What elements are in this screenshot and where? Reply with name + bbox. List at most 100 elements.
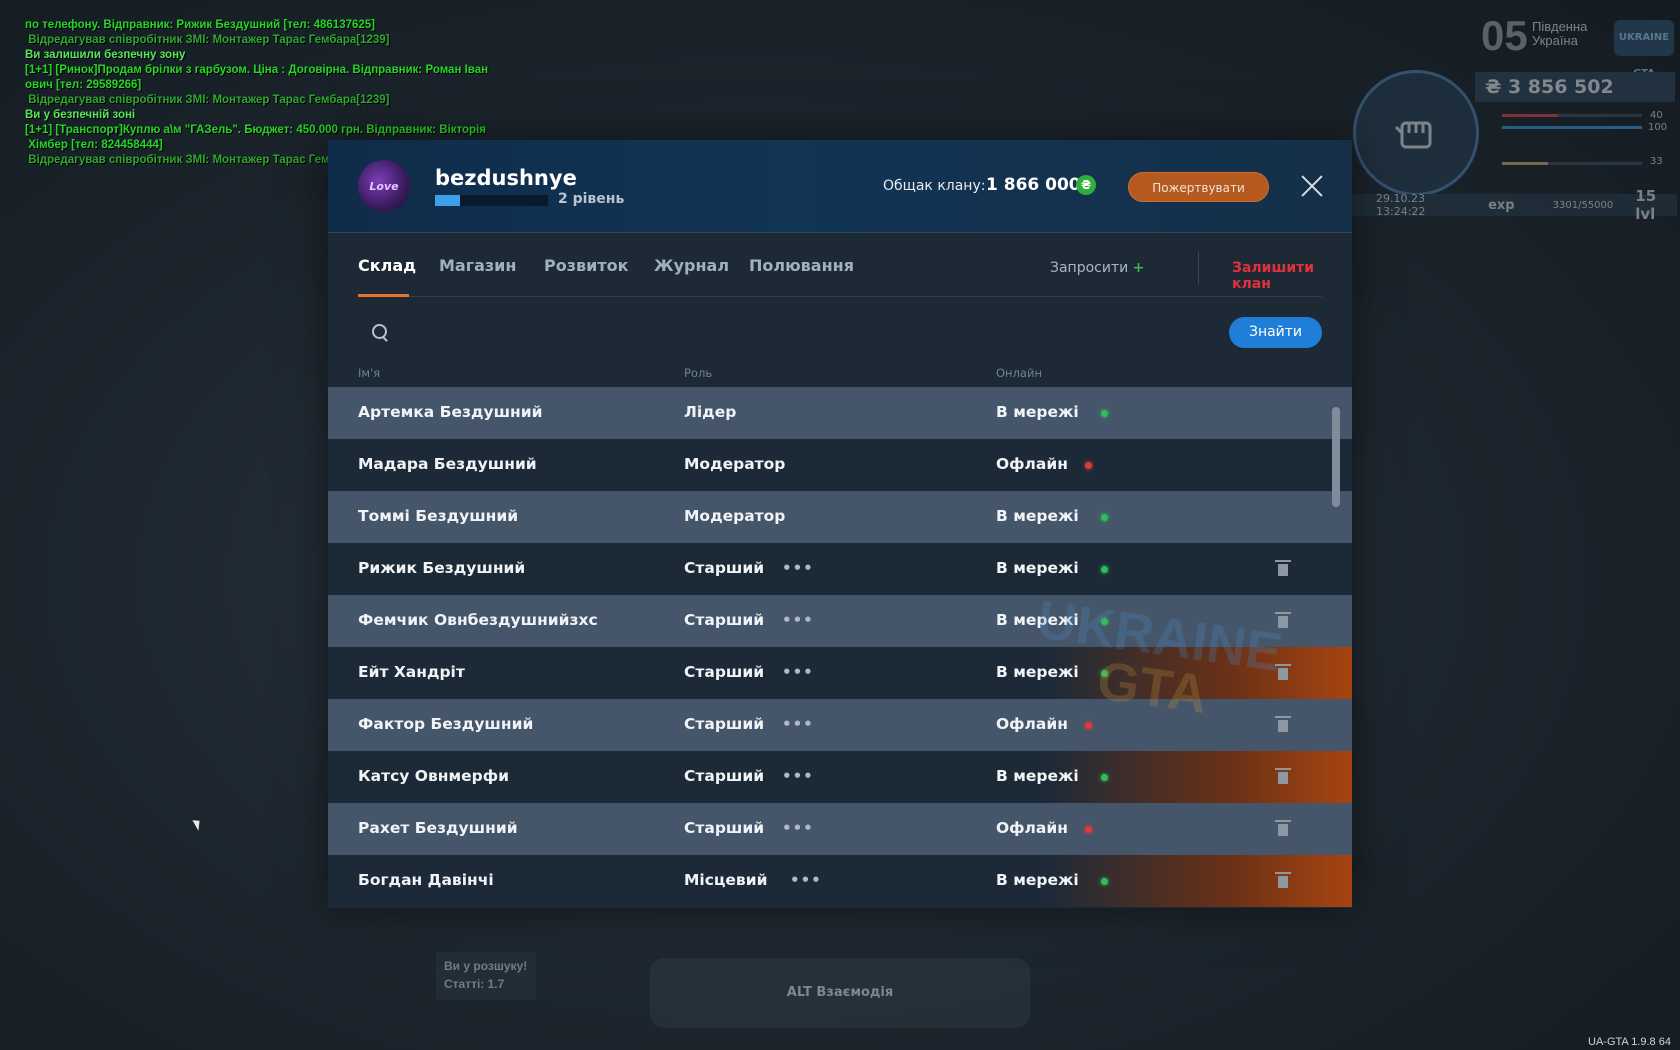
clan-bank-value: 1 866 000 <box>986 175 1081 195</box>
table-row[interactable]: Катсу Овнмерфи Старший ••• В мережі <box>328 751 1352 803</box>
more-icon[interactable]: ••• <box>782 663 814 681</box>
member-role: Лідер <box>684 403 737 421</box>
online-indicator <box>1101 514 1108 521</box>
table-row[interactable]: Богдан Давінчі Місцевий ••• В мережі <box>328 855 1352 907</box>
search-input[interactable] <box>402 318 1166 348</box>
tab-development[interactable]: Розвиток <box>544 256 628 275</box>
scrollbar-thumb[interactable] <box>1332 407 1340 507</box>
member-role: Старший <box>684 819 765 837</box>
member-role: Старший <box>684 663 765 681</box>
trash-icon[interactable] <box>1275 664 1291 680</box>
table-row[interactable]: Артемка Бездушний Лідер В мережі <box>328 387 1352 439</box>
trash-icon[interactable] <box>1275 872 1291 888</box>
fuel-bar <box>1502 162 1642 165</box>
member-name: Ейт Хандріт <box>358 663 465 681</box>
table-row[interactable]: Мадара Бездушний Модератор Офлайн <box>328 439 1352 491</box>
datetime-text: 29.10.23 13:24:22 <box>1376 192 1426 218</box>
offline-indicator <box>1085 722 1092 729</box>
invite-button[interactable]: Запросити + <box>1050 260 1144 276</box>
chat-line: ович [тел: 29589266] <box>25 79 142 91</box>
member-name: Рахет Бездушний <box>358 819 518 837</box>
money-display: ₴ 3 856 502 <box>1475 72 1675 102</box>
table-row[interactable]: Фемчик Овнбездушнийзхс Старший ••• В мережі <box>328 595 1352 647</box>
more-icon[interactable]: ••• <box>782 767 814 785</box>
exp-label: exp <box>1488 197 1515 213</box>
member-status: Офлайн <box>996 455 1068 473</box>
more-icon[interactable]: ••• <box>782 819 814 837</box>
member-status: В мережі <box>996 403 1079 421</box>
member-status: В мережі <box>996 559 1079 577</box>
tab-journal[interactable]: Журнал <box>654 256 729 275</box>
table-row[interactable]: Рижик Бездушний Старший ••• В мережі <box>328 543 1352 595</box>
close-icon[interactable] <box>1298 172 1326 200</box>
table-row[interactable]: Фактор Бездушний Старший ••• Офлайн <box>328 699 1352 751</box>
online-indicator <box>1101 410 1108 417</box>
member-status: В мережі <box>996 871 1079 889</box>
table-row[interactable]: Рахет Бездушний Старший ••• Офлайн <box>328 803 1352 855</box>
divider <box>1198 252 1199 284</box>
trash-icon[interactable] <box>1275 612 1291 628</box>
tab-shop[interactable]: Магазин <box>439 256 516 275</box>
offline-indicator <box>1085 462 1092 469</box>
search-icon <box>372 324 387 339</box>
find-button[interactable]: Знайти <box>1229 317 1322 348</box>
wanted-articles: Статті: 1.7 <box>444 977 505 991</box>
online-indicator <box>1101 774 1108 781</box>
trash-icon[interactable] <box>1275 820 1291 836</box>
server-logo: UKRAINE GTA <box>1614 20 1674 79</box>
online-indicator <box>1101 566 1108 573</box>
clan-name: bezdushnye <box>435 166 577 190</box>
trash-icon[interactable] <box>1275 716 1291 732</box>
more-icon[interactable]: ••• <box>790 871 822 889</box>
clan-bank-label: Общак клану: <box>883 178 986 194</box>
hud-footer: 29.10.23 13:24:22 exp 3301/55000 15 lvl <box>1352 187 1677 223</box>
more-icon[interactable]: ••• <box>782 611 814 629</box>
member-name: Артемка Бездушний <box>358 403 543 421</box>
online-indicator <box>1101 670 1108 677</box>
chat-line: Відредагував співробітник ЗМІ: Монтажер … <box>25 34 390 46</box>
chat-line: Ви у безпечній зоні <box>25 109 136 121</box>
armor-value: 100 <box>1648 122 1668 133</box>
member-name: Мадара Бездушний <box>358 455 537 473</box>
tab-hunting[interactable]: Полювання <box>749 256 854 275</box>
health-value: 40 <box>1650 110 1663 121</box>
trash-icon[interactable] <box>1275 768 1291 784</box>
offline-indicator <box>1085 826 1092 833</box>
member-name: Богдан Давінчі <box>358 871 494 889</box>
health-bar <box>1502 114 1642 117</box>
column-header-name: Ім'я <box>358 366 381 380</box>
clan-window: Love bezdushnye 2 рівень Общак клану: 1 … <box>328 140 1352 908</box>
member-role: Старший <box>684 715 765 733</box>
member-name: Фемчик Овнбездушнийзхс <box>358 611 598 629</box>
more-icon[interactable]: ••• <box>782 559 814 577</box>
mouse-cursor-icon <box>192 817 204 831</box>
members-table: Артемка Бездушний Лідер В мережі Мадара Без… <box>328 387 1352 907</box>
online-indicator <box>1101 618 1108 625</box>
chat-line: Ви залишили безпечну зону <box>25 49 186 61</box>
chat-line: по телефону. Відправник: Рижик Бездушний… <box>25 19 376 31</box>
leave-clan-button[interactable]: Залишити клан <box>1232 260 1322 292</box>
trash-icon[interactable] <box>1275 560 1291 576</box>
tab-storage[interactable]: Склад <box>358 256 416 275</box>
armor-bar <box>1502 126 1642 129</box>
version-text: UA-GTA 1.9.8 64 <box>1588 1036 1671 1048</box>
more-icon[interactable]: ••• <box>782 715 814 733</box>
member-role: Старший <box>684 611 765 629</box>
member-role: Старший <box>684 767 765 785</box>
member-status: В мережі <box>996 767 1079 785</box>
active-tab-indicator <box>358 294 409 297</box>
table-row[interactable]: Томмі Бездушний Модератор В мережі <box>328 491 1352 543</box>
member-name: Катсу Овнмерфи <box>358 767 510 785</box>
plus-icon: + <box>1132 260 1145 276</box>
table-row[interactable]: Ейт Хандріт Старший ••• В мережі <box>328 647 1352 699</box>
hud-panel: 05 Південна Україна UKRAINE GTA ₴ 3 856 … <box>1352 10 1677 223</box>
hryvnia-icon: ₴ <box>1076 175 1096 195</box>
fuel-value: 33 <box>1650 156 1663 167</box>
donate-button[interactable]: Пожертвувати <box>1128 172 1269 202</box>
zone-number: 05 <box>1481 12 1528 59</box>
chat-line: [1+1] [Ринок]Продам брілки з гарбузом. Ц… <box>25 64 489 76</box>
clan-tabs: Склад Магазин Розвиток Журнал Полювання … <box>358 232 1322 297</box>
invite-label: Запросити <box>1050 260 1129 276</box>
clan-logo: Love <box>358 160 410 212</box>
clan-level-text: 2 рівень <box>558 191 625 207</box>
